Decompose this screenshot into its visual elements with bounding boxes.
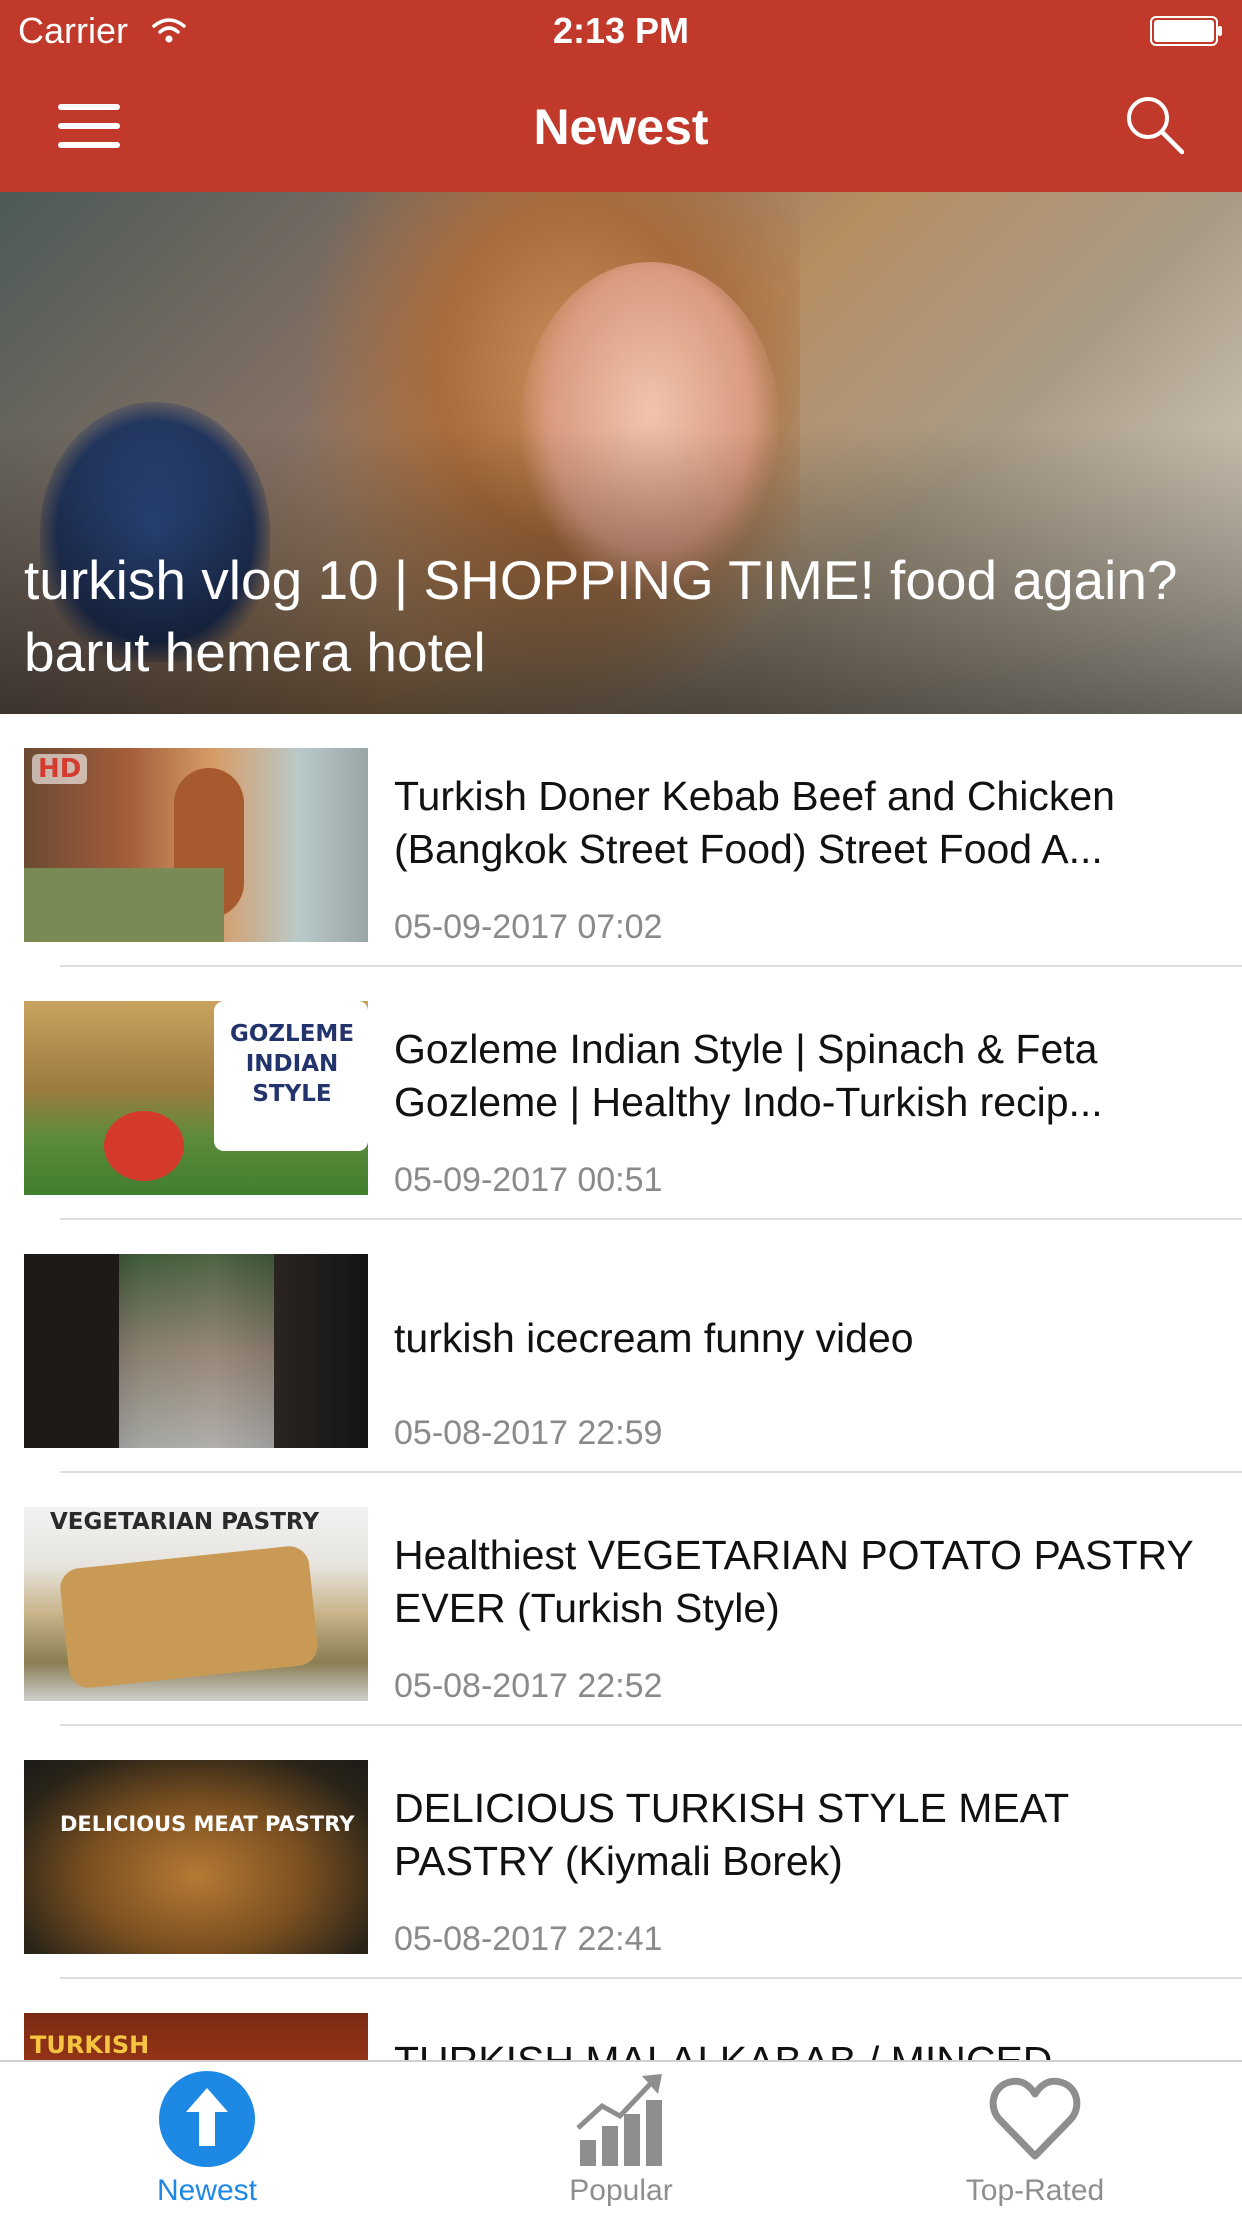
- tab-newest[interactable]: Newest: [0, 2062, 414, 2210]
- video-title: DELICIOUS TURKISH STYLE MEAT PASTRY (Kiy…: [394, 1785, 1069, 1884]
- featured-video[interactable]: turkish vlog 10 | SHOPPING TIME! food ag…: [0, 192, 1242, 714]
- video-row[interactable]: DELICIOUS MEAT PASTRY DELICIOUS TURKISH …: [0, 1726, 1242, 1979]
- heart-outline-icon: [989, 2077, 1081, 2160]
- hd-badge: HD: [32, 754, 88, 784]
- video-thumbnail: DELICIOUS MEAT PASTRY: [24, 1760, 368, 1954]
- status-time: 2:13 PM: [552, 10, 690, 51]
- video-title: Healthiest VEGETARIAN POTATO PASTRY EVER…: [394, 1532, 1193, 1631]
- video-title: turkish icecream funny video: [394, 1315, 914, 1361]
- video-row[interactable]: turkish icecream funny video 05-08-2017 …: [0, 1220, 1242, 1473]
- video-frame-shape: [119, 1254, 274, 1448]
- video-thumbnail: [24, 1254, 368, 1448]
- page-title: Newest: [533, 99, 709, 155]
- battery-icon: [1150, 16, 1222, 46]
- thumbnail-caption: TURKISH: [30, 2031, 150, 2059]
- thumbnail-caption: GOZLEME INDIAN STYLE: [229, 1021, 355, 1107]
- tab-bar: Newest Popular Top-Rated: [0, 2060, 1242, 2210]
- thumbnail-caption: DELICIOUS MEAT PASTRY: [60, 1812, 355, 1836]
- video-date: 05-08-2017 22:52: [394, 1667, 663, 1705]
- video-date: 05-09-2017 00:51: [394, 1161, 663, 1199]
- video-row[interactable]: HD Turkish Doner Kebab Beef and Chicken …: [0, 714, 1242, 967]
- video-row[interactable]: VEGETARIAN PASTRY Healthiest VEGETARIAN …: [0, 1473, 1242, 1726]
- top-navigation-bar: Carrier 2:13 PM Newest: [0, 0, 1242, 192]
- tab-popular[interactable]: Popular: [414, 2062, 828, 2210]
- tab-top-rated[interactable]: Top-Rated: [828, 2062, 1242, 2210]
- video-title: Gozleme Indian Style | Spinach & Feta Go…: [394, 1026, 1103, 1125]
- video-row[interactable]: GOZLEME INDIAN STYLE Gozleme Indian Styl…: [0, 967, 1242, 1220]
- featured-title: turkish vlog 10 | SHOPPING TIME! food ag…: [24, 549, 1178, 683]
- video-thumbnail: HD: [24, 748, 368, 942]
- tomato-shape: [104, 1111, 184, 1181]
- tab-label: Popular: [569, 2174, 673, 2207]
- search-icon[interactable]: [1124, 94, 1186, 156]
- arrow-up-circle-icon: [159, 2071, 255, 2167]
- tab-label: Top-Rated: [965, 2174, 1105, 2207]
- video-title: Turkish Doner Kebab Beef and Chicken (Ba…: [394, 773, 1115, 872]
- video-date: 05-08-2017 22:41: [394, 1920, 663, 1958]
- thumbnail-caption: VEGETARIAN PASTRY: [50, 1509, 320, 1535]
- video-date: 05-09-2017 07:02: [394, 908, 663, 946]
- video-thumbnail: VEGETARIAN PASTRY: [24, 1507, 368, 1701]
- pastry-shape: [58, 1544, 320, 1690]
- food-counter-shape: [24, 868, 224, 942]
- video-date: 05-08-2017 22:59: [394, 1414, 663, 1452]
- tab-label: Newest: [156, 2174, 258, 2207]
- status-bar: Carrier 2:13 PM: [0, 0, 1242, 60]
- video-thumbnail: GOZLEME INDIAN STYLE: [24, 1001, 368, 1195]
- bar-chart-trend-icon: [576, 2074, 662, 2166]
